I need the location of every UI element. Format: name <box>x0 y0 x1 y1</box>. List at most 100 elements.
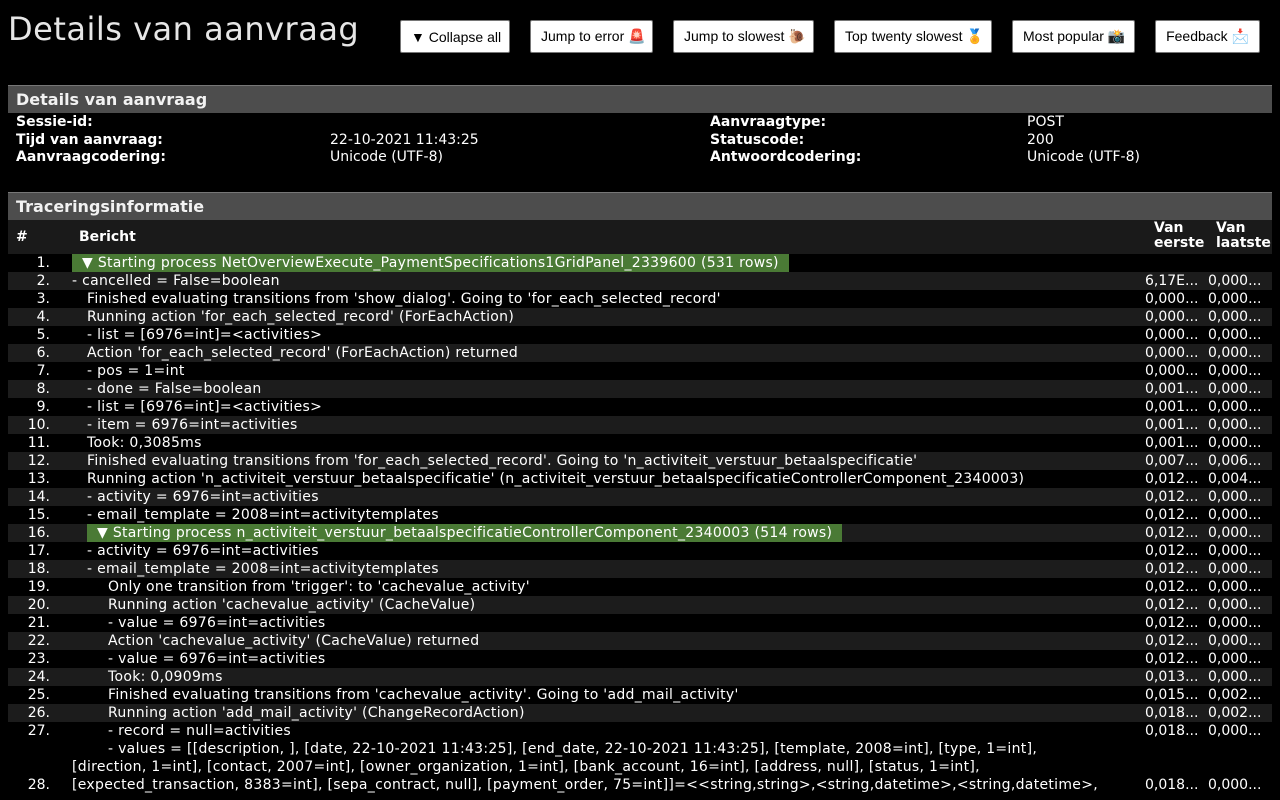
row-from-first: 0,000... <box>1145 327 1199 343</box>
table-row: 7. - pos = 1=int 0,000... 0,000... <box>8 362 1272 380</box>
table-row: 14. - activity = 6976=int=activities 0,012… <box>8 488 1272 506</box>
table-row: 28. - values = [[description, ], [date, … <box>8 740 1272 800</box>
row-message: - record = null=activities <box>108 723 292 739</box>
row-message: Action 'cachevalue_activity' (CacheValue… <box>108 633 480 649</box>
row-from-first: 0,001... <box>1145 399 1199 415</box>
row-from-first: 0,001... <box>1145 381 1199 397</box>
table-row: 8. - done = False=boolean 0,001... 0,000... <box>8 380 1272 398</box>
row-number: 13. <box>27 471 50 487</box>
row-number: 9. <box>36 399 50 415</box>
row-message-line: [direction, 1=int], [contact, 2007=int],… <box>72 759 980 775</box>
row-from-last: 0,000... <box>1208 381 1262 397</box>
table-row: 26. Running action 'add_mail_activity' (C… <box>8 704 1272 722</box>
request-details: Sessie-id: Aanvraagtype: POST Tijd van a… <box>16 114 1272 167</box>
row-message: - pos = 1=int <box>87 363 185 379</box>
table-row: 23. - value = 6976=int=activities 0,012...… <box>8 650 1272 668</box>
row-from-first: 0,013... <box>1145 669 1199 685</box>
table-row: 22. Action 'cachevalue_activity' (CacheVa… <box>8 632 1272 650</box>
row-from-first: 0,012... <box>1145 525 1199 541</box>
request-time-label: Tijd van aanvraag: <box>16 131 163 148</box>
jump-to-error-button[interactable]: Jump to error 🚨 <box>530 20 653 53</box>
row-number: 27. <box>27 723 50 739</box>
response-encoding-label: Antwoordcodering: <box>710 149 862 165</box>
table-row: 5. - list = [6976=int]=<activities> 0,000.… <box>8 326 1272 344</box>
row-from-last: 0,000... <box>1208 561 1262 577</box>
row-number: 25. <box>27 687 50 703</box>
process-toggle[interactable]: ▼ Starting process NetOverviewExecute_Pa… <box>72 254 789 272</box>
row-from-first: 0,012... <box>1145 471 1199 487</box>
row-from-last: 0,000... <box>1208 723 1262 739</box>
status-code-value: 200 <box>1027 131 1054 148</box>
table-row: 20. Running action 'cachevalue_activity' … <box>8 596 1272 614</box>
table-row[interactable]: 16. ▼ Starting process n_activiteit_verst… <box>8 524 1272 542</box>
table-row: 2. - cancelled = False=boolean 6,17E... 0,0… <box>8 272 1272 290</box>
row-number: 5. <box>36 327 50 343</box>
row-from-last: 0,000... <box>1208 615 1262 631</box>
request-encoding-value: Unicode (UTF-8) <box>330 149 443 165</box>
table-row: 15. - email_template = 2008=int=activityt… <box>8 506 1272 524</box>
feedback-button[interactable]: Feedback 📩 <box>1155 20 1260 53</box>
table-row: 25. Finished evaluating transitions from … <box>8 686 1272 704</box>
row-from-first: 0,012... <box>1145 543 1199 559</box>
row-number: 28. <box>27 777 50 793</box>
process-toggle[interactable]: ▼ Starting process n_activiteit_verstuur… <box>87 524 843 542</box>
row-from-first: 0,000... <box>1145 363 1199 379</box>
row-from-last: 0,000... <box>1208 309 1262 325</box>
row-from-last: 0,000... <box>1208 651 1262 667</box>
row-number: 7. <box>36 363 50 379</box>
page-title: Details van aanvraag <box>8 10 360 48</box>
most-popular-button[interactable]: Most popular 📸 <box>1012 20 1135 53</box>
trace-table: # Bericht Van eerste Van laatste 1. ▼ Sta… <box>8 220 1272 800</box>
table-row: 10. - item = 6976=int=activities 0,001... 0… <box>8 416 1272 434</box>
row-number: 1. <box>36 255 50 271</box>
row-message: Running action 'n_activiteit_verstuur_be… <box>87 471 1025 487</box>
table-row[interactable]: 1. ▼ Starting process NetOverviewExecute_… <box>8 254 1272 272</box>
row-from-last: 0,000... <box>1208 525 1262 541</box>
row-from-first: 0,001... <box>1145 435 1199 451</box>
row-from-last: 0,000... <box>1208 363 1262 379</box>
row-message: - activity = 6976=int=activities <box>87 543 319 559</box>
table-row: 27. - record = null=activities 0,018... 0,0… <box>8 722 1272 740</box>
row-from-last: 0,000... <box>1208 543 1262 559</box>
request-type-value: POST <box>1027 114 1064 130</box>
row-number: 3. <box>36 291 50 307</box>
row-message: Running action 'add_mail_activity' (Chan… <box>108 705 525 721</box>
row-message: - email_template = 2008=int=activitytemp… <box>87 507 439 523</box>
row-message: Running action 'cachevalue_activity' (Ca… <box>108 597 476 613</box>
table-row: 6. Action 'for_each_selected_record' (For… <box>8 344 1272 362</box>
row-from-first: 0,012... <box>1145 561 1199 577</box>
row-message: Took: 0,3085ms <box>87 435 202 451</box>
jump-to-slowest-button[interactable]: Jump to slowest 🐌 <box>673 20 814 53</box>
row-from-last: 0,000... <box>1208 633 1262 649</box>
row-from-first: 0,012... <box>1145 615 1199 631</box>
row-number: 8. <box>36 381 50 397</box>
row-message: - activity = 6976=int=activities <box>87 489 319 505</box>
row-from-last: 0,006... <box>1208 453 1262 469</box>
row-from-first: 0,000... <box>1145 309 1199 325</box>
row-from-last: 0,002... <box>1208 687 1262 703</box>
row-number: 15. <box>27 507 50 523</box>
row-number: 18. <box>27 561 50 577</box>
table-row: 17. - activity = 6976=int=activities 0,012… <box>8 542 1272 560</box>
collapse-all-button[interactable]: ▼ Collapse all <box>400 20 510 53</box>
row-from-last: 0,000... <box>1208 597 1262 613</box>
response-encoding-value: Unicode (UTF-8) <box>1027 149 1140 165</box>
row-message: Running action 'for_each_selected_record… <box>87 309 515 325</box>
row-from-last: 0,000... <box>1208 435 1262 451</box>
row-from-first: 0,001... <box>1145 417 1199 433</box>
details-row-encoding: Aanvraagcodering: Unicode (UTF-8) Antwoo… <box>16 149 1272 167</box>
row-from-first: 0,000... <box>1145 291 1199 307</box>
row-message: Took: 0,0909ms <box>108 669 223 685</box>
table-row: 19. Only one transition from 'trigger': t… <box>8 578 1272 596</box>
row-from-first: 0,018... <box>1145 723 1199 739</box>
row-from-last: 0,000... <box>1208 291 1262 307</box>
row-number: 20. <box>27 597 50 613</box>
row-from-first: 0,012... <box>1145 597 1199 613</box>
row-from-last: 0,004... <box>1208 471 1262 487</box>
request-time-value: 22-10-2021 11:43:25 <box>330 131 479 148</box>
table-row: 24. Took: 0,0909ms 0,013... 0,000... <box>8 668 1272 686</box>
row-from-last: 0,000... <box>1208 327 1262 343</box>
row-message: - value = 6976=int=activities <box>108 615 326 631</box>
top-twenty-slowest-button[interactable]: Top twenty slowest 🏅 <box>834 20 992 53</box>
row-from-first: 0,012... <box>1145 507 1199 523</box>
